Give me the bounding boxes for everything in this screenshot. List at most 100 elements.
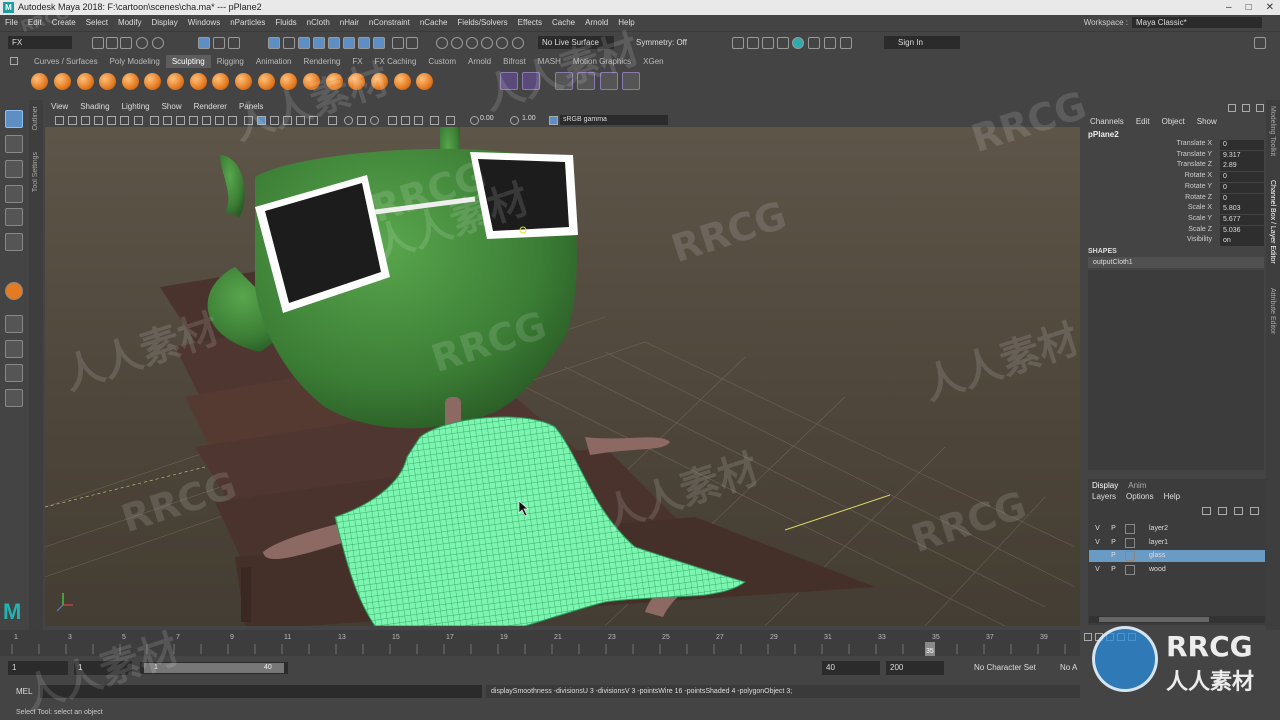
grab-tool-icon[interactable] [99, 73, 116, 90]
amplify-tool-icon[interactable] [394, 73, 411, 90]
pinch-tool-icon[interactable] [122, 73, 139, 90]
layer-visibility-toggle[interactable]: V [1092, 523, 1103, 535]
animation-end-field[interactable]: 200 [886, 661, 944, 675]
menuset-dropdown[interactable]: FX [8, 36, 72, 49]
channel-menu-edit[interactable]: Edit [1136, 117, 1150, 126]
imprint-tool-icon[interactable] [235, 73, 252, 90]
shelf-tab-arnold[interactable]: Arnold [462, 55, 497, 68]
channel-menu-show[interactable]: Show [1197, 117, 1217, 126]
wax-tool-icon[interactable] [258, 73, 275, 90]
layer-color-swatch[interactable] [1125, 564, 1135, 575]
panel-menu-lighting[interactable]: Lighting [116, 101, 156, 113]
range-slider[interactable]: 1 40 [140, 662, 288, 674]
new-scene-icon[interactable] [92, 37, 104, 49]
playback-start-field[interactable]: 1 [74, 661, 132, 675]
shelf-settings-icon[interactable] [10, 57, 18, 65]
channel-attribute-value[interactable]: 0 [1220, 140, 1264, 150]
grease-pencil-icon[interactable] [120, 116, 129, 125]
menu-fields-solvers[interactable]: Fields/Solvers [452, 15, 512, 30]
symmetry-dropdown[interactable]: Symmetry: Off [632, 36, 706, 49]
shelf-tab-poly-modeling[interactable]: Poly Modeling [104, 55, 166, 68]
freeze-all-icon[interactable] [577, 72, 595, 90]
select-dynamics-icon[interactable] [343, 37, 355, 49]
film-gate-icon[interactable] [150, 116, 159, 125]
undo-icon[interactable] [136, 37, 148, 49]
gamma-icon[interactable] [510, 116, 519, 125]
smooth-tool-icon[interactable] [54, 73, 71, 90]
sign-in-button[interactable]: Sign In [884, 36, 960, 49]
ipr-render-icon[interactable] [762, 37, 774, 49]
sculpt-brush-icon[interactable] [5, 282, 23, 300]
scale-tool-icon[interactable] [5, 233, 23, 251]
panel-menu-view[interactable]: View [45, 101, 74, 113]
command-input[interactable] [40, 685, 482, 698]
layer-visibility-toggle[interactable]: V [1092, 564, 1103, 576]
layer-row[interactable]: V Pwood [1089, 563, 1265, 576]
channel-attribute-row[interactable]: Translate Y 9.317 [1100, 150, 1264, 161]
menu-select[interactable]: Select [81, 15, 113, 30]
snap-to-surface-icon[interactable] [512, 37, 524, 49]
safe-title-icon[interactable] [215, 116, 224, 125]
textured-icon[interactable] [270, 116, 279, 125]
render-setup-icon[interactable] [808, 37, 820, 49]
character-set-dropdown[interactable]: No Character Set [970, 661, 1044, 675]
channel-attribute-value[interactable]: 5.803 [1220, 204, 1264, 215]
exposure-field[interactable]: 0.00 [480, 115, 506, 125]
fill-tool-icon[interactable] [303, 73, 320, 90]
lasso-tool-icon[interactable] [5, 135, 23, 153]
channel-attribute-value[interactable]: 2.89 [1220, 161, 1264, 172]
channel-attribute-row[interactable]: Visibility on [1100, 236, 1264, 247]
channel-attribute-row[interactable]: Translate X 0 [1100, 140, 1264, 150]
channel-attribute-row[interactable]: Rotate Z 0 [1100, 193, 1264, 204]
panel-menu-shading[interactable]: Shading [74, 101, 115, 113]
move-tool-icon[interactable] [5, 185, 23, 203]
backface-culling-icon[interactable] [430, 116, 439, 125]
gate-mask-icon[interactable] [176, 116, 185, 125]
channel-menu-channels[interactable]: Channels [1090, 117, 1124, 126]
camera-select-icon[interactable] [55, 116, 64, 125]
convert-to-frozen-icon[interactable] [500, 72, 518, 90]
select-curves-icon[interactable] [298, 37, 310, 49]
channel-attribute-row[interactable]: Rotate Y 0 [1100, 182, 1264, 193]
menu-help[interactable]: Help [613, 15, 639, 30]
channel-attribute-value[interactable]: 5.036 [1220, 225, 1264, 236]
layer-editor-toggle-icon[interactable] [1242, 104, 1250, 112]
wireframe-icon[interactable] [228, 116, 237, 125]
close-button[interactable]: ✕ [1266, 0, 1274, 15]
outliner-layout-icon[interactable] [5, 389, 23, 407]
new-empty-layer-icon[interactable] [1234, 507, 1243, 515]
xray-active-components-icon[interactable] [401, 116, 410, 125]
shelf-tab-rendering[interactable]: Rendering [297, 55, 346, 68]
highlight-selection-icon[interactable] [406, 37, 418, 49]
arnold-render-icon[interactable] [824, 37, 836, 49]
render-current-frame-icon[interactable] [747, 37, 759, 49]
hypershade-icon[interactable] [792, 37, 804, 49]
outliner-tab[interactable]: Outliner [32, 106, 39, 131]
grid-icon[interactable] [134, 116, 143, 125]
panel-menu-panels[interactable]: Panels [233, 101, 269, 113]
animation-start-field[interactable]: 1 [8, 661, 68, 675]
two-view-layout-icon[interactable] [5, 364, 23, 382]
repeat-tool-icon[interactable] [212, 73, 229, 90]
workspace-dropdown[interactable]: Maya Classic* [1132, 17, 1262, 28]
layer-tab-display[interactable]: Display [1092, 481, 1118, 490]
anti-aliasing-icon[interactable] [344, 116, 353, 125]
unfreeze-all-icon[interactable] [522, 72, 540, 90]
spray-tool-icon[interactable] [190, 73, 207, 90]
channel-menu-object[interactable]: Object [1162, 117, 1185, 126]
snap-to-curve-icon[interactable] [451, 37, 463, 49]
select-by-component-icon[interactable] [228, 37, 240, 49]
save-scene-icon[interactable] [120, 37, 132, 49]
four-view-layout-icon[interactable] [5, 340, 23, 358]
menu-display[interactable]: Display [147, 15, 183, 30]
snap-to-point-icon[interactable] [466, 37, 478, 49]
bookmarks-icon[interactable] [81, 116, 90, 125]
menu-arnold[interactable]: Arnold [580, 15, 613, 30]
single-perspective-layout-icon[interactable] [5, 315, 23, 333]
command-language-toggle[interactable]: MEL [16, 687, 32, 696]
shape-editor-icon[interactable] [622, 72, 640, 90]
playback-end-field[interactable]: 40 [822, 661, 880, 675]
shelf-tab-curves-surfaces[interactable]: Curves / Surfaces [28, 55, 104, 68]
invert-freeze-icon[interactable] [555, 72, 573, 90]
attribute-editor-tab[interactable]: Attribute Editor [1269, 288, 1276, 334]
